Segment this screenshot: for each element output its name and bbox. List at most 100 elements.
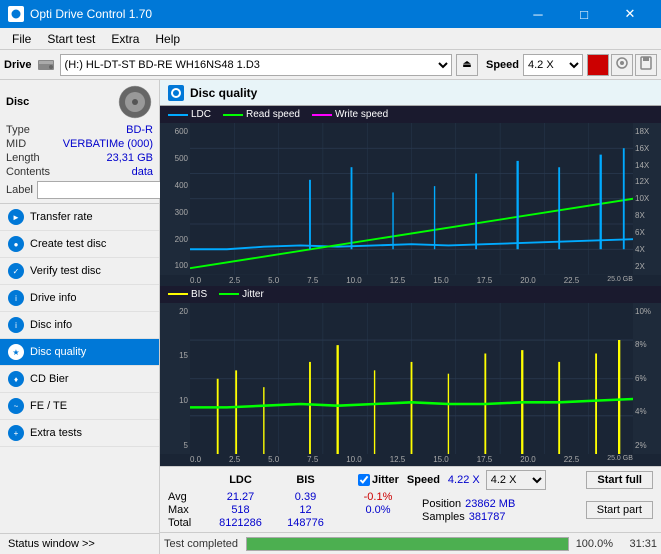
- legend-bis: BIS: [168, 289, 207, 300]
- bottom-x-17.5: 17.5: [477, 455, 493, 464]
- status-window-button[interactable]: Status window >>: [0, 534, 159, 554]
- bottom-y-10: 10: [162, 396, 188, 405]
- start-full-button[interactable]: Start full: [586, 471, 653, 489]
- bottom-right-8pct: 8%: [635, 340, 659, 349]
- ldc-avg-value: 21.27: [208, 491, 273, 503]
- position-row: Position 23862 MB: [422, 498, 515, 510]
- sidebar-item-disc-quality[interactable]: ★ Disc quality: [0, 339, 159, 366]
- bottom-x-7.5: 7.5: [307, 455, 318, 464]
- disc-type-row: Type BD-R: [6, 123, 153, 137]
- create-test-disc-icon: ●: [8, 236, 24, 252]
- top-chart-svg: [190, 123, 633, 275]
- disc-mid-row: MID VERBATIMe (000): [6, 137, 153, 151]
- jitter-avg-value: -0.1%: [338, 491, 418, 503]
- drive-select[interactable]: (H:) HL-DT-ST BD-RE WH16NS48 1.D3: [60, 54, 452, 76]
- total-row: Total 8121286 148776: [168, 517, 418, 529]
- sidebar: Disc Type BD-R MID VERBATIMe (000) Lengt…: [0, 80, 160, 554]
- disc-contents-value: data: [132, 166, 153, 178]
- menu-start-test[interactable]: Start test: [39, 30, 103, 48]
- sidebar-item-verify-test-disc[interactable]: ✓ Verify test disc: [0, 258, 159, 285]
- stats-labels-col: Avg 21.27 0.39 -0.1% Max 518 12 0.0% Tot…: [168, 491, 418, 529]
- bottom-x-axis: 0.0 2.5 5.0 7.5 10.0 12.5 15.0 17.5 20.0…: [160, 454, 661, 466]
- sidebar-item-cd-bier[interactable]: ♦ CD Bier: [0, 366, 159, 393]
- bis-max-value: 12: [273, 504, 338, 516]
- top-chart-container: 600 500 400 300 200 100: [160, 123, 661, 275]
- minimize-button[interactable]: ─: [515, 0, 561, 28]
- status-window-label: Status window >>: [8, 538, 95, 550]
- start-full-container: Start full: [586, 471, 653, 489]
- top-right-axis: 18X 16X 14X 12X 10X 8X 6X 4X 2X: [633, 123, 661, 275]
- top-right-10x: 10X: [635, 194, 659, 203]
- top-x-labels: 0.0 2.5 5.0 7.5 10.0 12.5 15.0 17.5 20.0…: [190, 276, 661, 285]
- jitter-color: [219, 293, 239, 295]
- bottom-right-6pct: 6%: [635, 374, 659, 383]
- menubar: File Start test Extra Help: [0, 28, 661, 50]
- sidebar-item-disc-info[interactable]: i Disc info: [0, 312, 159, 339]
- top-y-400: 400: [162, 181, 188, 190]
- top-y-600: 600: [162, 127, 188, 136]
- sidebar-item-drive-info-label: Drive info: [30, 292, 76, 304]
- bottom-x-5: 5.0: [268, 455, 279, 464]
- top-y-100: 100: [162, 261, 188, 270]
- speed-select-stats[interactable]: 4.2 X: [486, 470, 546, 490]
- bottom-y-axis: 20 15 10 5: [160, 303, 190, 455]
- jitter-column-header: Jitter: [372, 474, 399, 486]
- save-button[interactable]: [635, 54, 657, 76]
- top-right-18x: 18X: [635, 127, 659, 136]
- main-layout: Disc Type BD-R MID VERBATIMe (000) Lengt…: [0, 80, 661, 554]
- bottom-chart-svg: [190, 303, 633, 455]
- eject-button[interactable]: ⏏: [456, 54, 478, 76]
- sidebar-item-extra-tests[interactable]: + Extra tests: [0, 420, 159, 447]
- close-button[interactable]: ✕: [607, 0, 653, 28]
- content-header: Disc quality: [160, 80, 661, 106]
- speed-select-toolbar[interactable]: 4.2 X: [523, 54, 583, 76]
- titlebar: Opti Drive Control 1.70 ─ □ ✕: [0, 0, 661, 28]
- bottom-right-2pct: 2%: [635, 441, 659, 450]
- max-row: Max 518 12 0.0%: [168, 504, 418, 516]
- sidebar-item-transfer-rate[interactable]: ► Transfer rate: [0, 204, 159, 231]
- jitter-checkbox[interactable]: [358, 474, 370, 486]
- status-bar: Status window >>: [0, 533, 159, 554]
- speed-value: 4.22 X: [448, 474, 480, 486]
- content-title: Disc quality: [190, 86, 257, 100]
- disc-mid-value: VERBATIMe (000): [63, 138, 153, 150]
- disc-length-label: Length: [6, 152, 40, 164]
- start-part-button[interactable]: Start part: [586, 501, 653, 519]
- bottom-chart-svg-container: [190, 303, 633, 455]
- sidebar-item-fe-te[interactable]: ~ FE / TE: [0, 393, 159, 420]
- disc-label-row: Label ⚙: [6, 181, 153, 199]
- top-y-axis: 600 500 400 300 200 100: [160, 123, 190, 275]
- verify-test-disc-icon: ✓: [8, 263, 24, 279]
- progress-time: 31:31: [617, 538, 657, 550]
- content-area: Disc quality LDC Read speed Write speed: [160, 80, 661, 554]
- disc-header: Disc: [6, 84, 153, 120]
- disc-quality-icon: ★: [8, 344, 24, 360]
- menu-file[interactable]: File: [4, 30, 39, 48]
- jitter-check-container: Jitter: [358, 474, 399, 486]
- maximize-button[interactable]: □: [561, 0, 607, 28]
- sidebar-item-create-test-disc[interactable]: ● Create test disc: [0, 231, 159, 258]
- progress-track: [246, 537, 569, 551]
- top-right-6x: 6X: [635, 228, 659, 237]
- top-x-5: 5.0: [268, 276, 279, 285]
- sidebar-item-disc-quality-label: Disc quality: [30, 346, 86, 358]
- legend-read-speed: Read speed: [223, 109, 300, 120]
- menu-extra[interactable]: Extra: [103, 30, 147, 48]
- top-x-20: 20.0: [520, 276, 536, 285]
- speed-label: Speed: [486, 59, 519, 71]
- bottom-y-20: 20: [162, 307, 188, 316]
- sidebar-item-extra-tests-label: Extra tests: [30, 427, 82, 439]
- disc-contents-label: Contents: [6, 166, 50, 178]
- bis-column-header: BIS: [273, 474, 338, 486]
- sidebar-item-drive-info[interactable]: i Drive info: [0, 285, 159, 312]
- speed-icon-btn-2[interactable]: [611, 54, 633, 76]
- progress-status: Test completed: [164, 538, 238, 550]
- speed-icon-btn-1[interactable]: [587, 54, 609, 76]
- top-chart-legend: LDC Read speed Write speed: [160, 106, 661, 123]
- top-x-25-gb: 25.0 GB: [607, 276, 633, 285]
- legend-write-speed: Write speed: [312, 109, 388, 120]
- transfer-rate-icon: ►: [8, 209, 24, 225]
- top-x-15: 15.0: [433, 276, 449, 285]
- read-speed-color: [223, 114, 243, 116]
- menu-help[interactable]: Help: [147, 30, 188, 48]
